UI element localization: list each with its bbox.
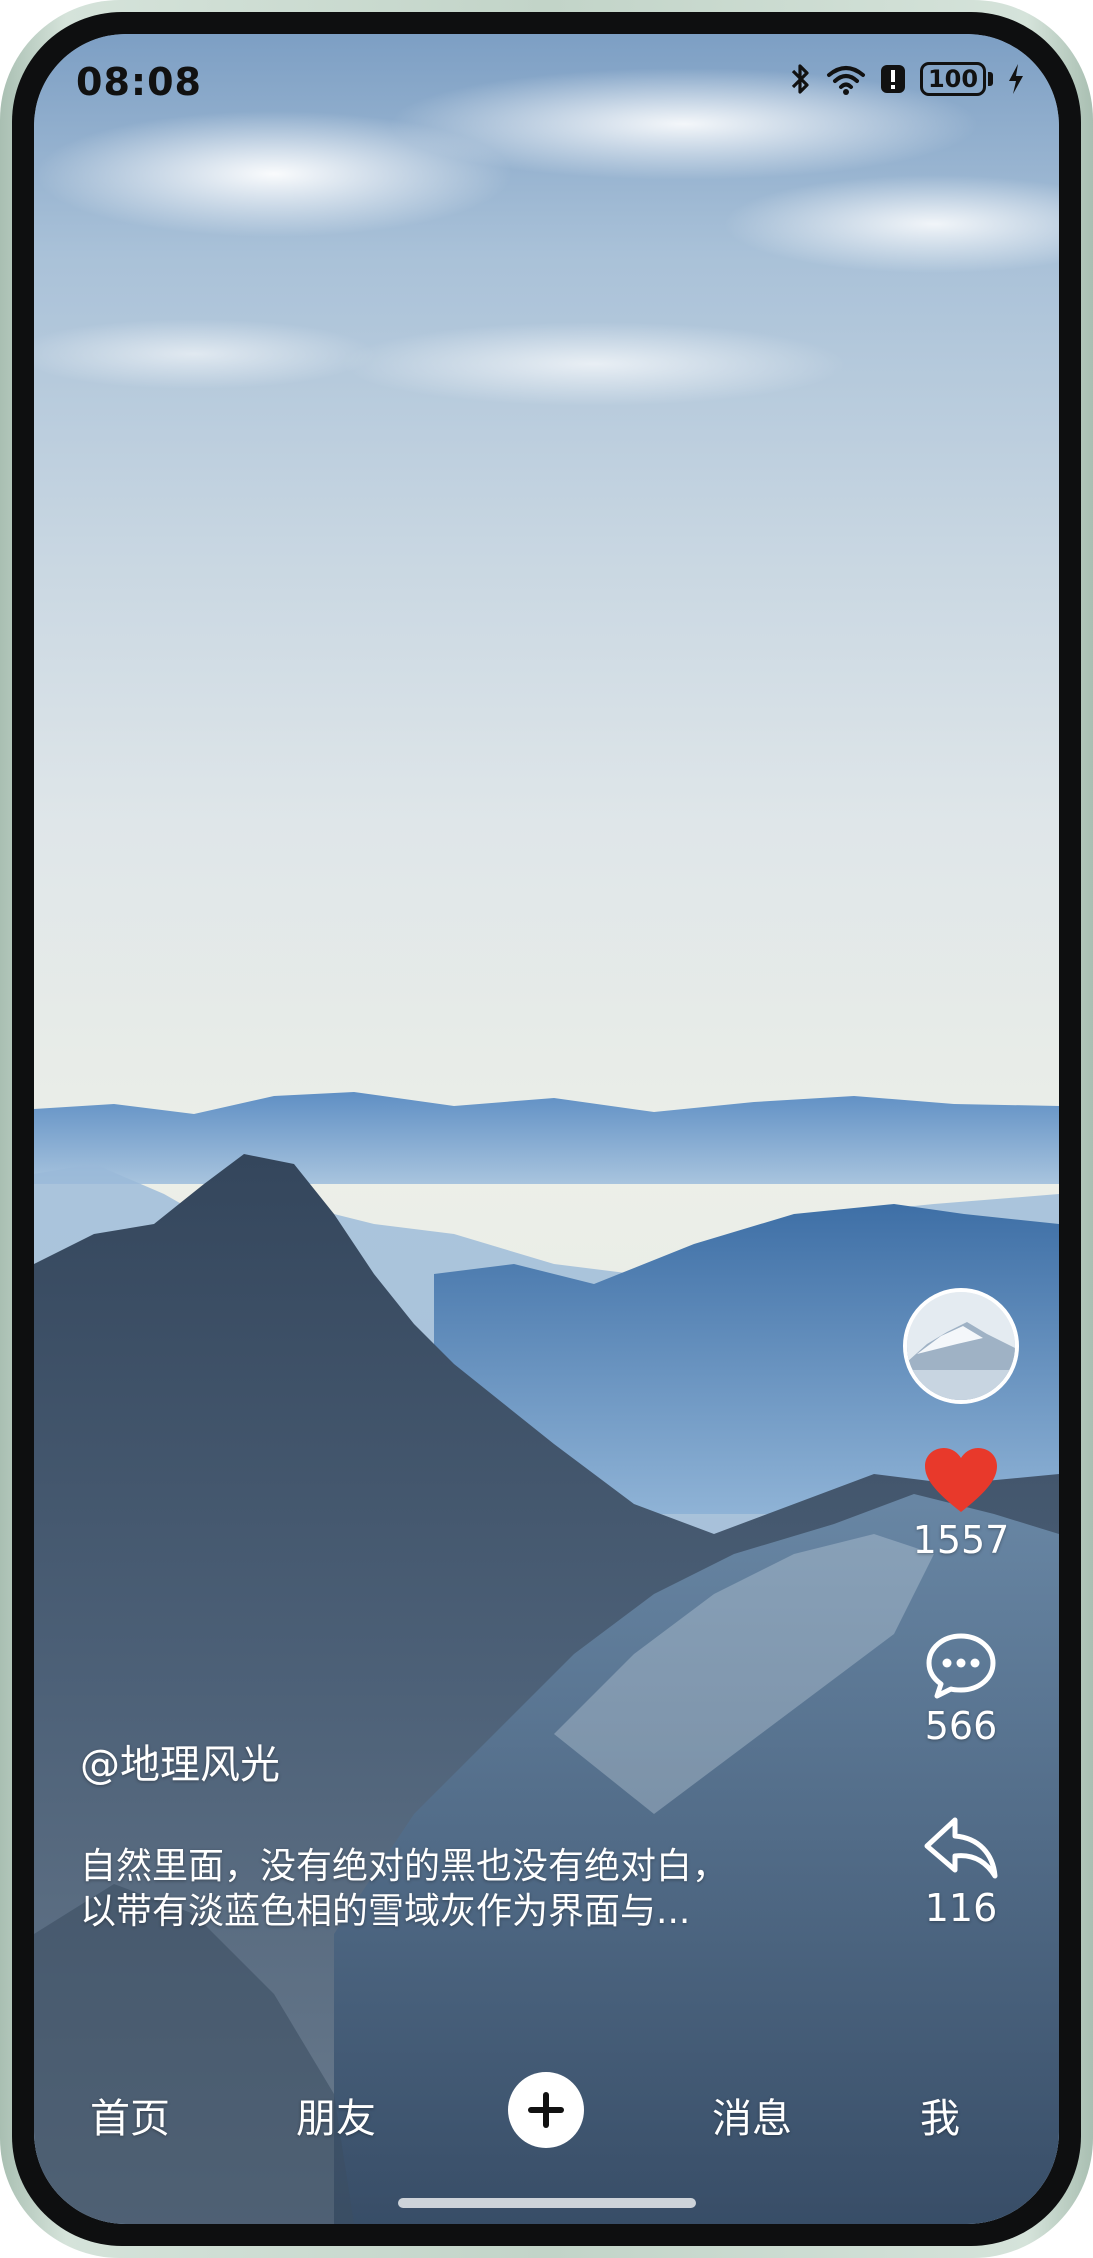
bluetooth-icon [791, 64, 809, 94]
home-indicator[interactable] [398, 2198, 696, 2208]
bottom-nav: 首页 朋友 消息 我 [34, 2072, 1059, 2152]
alert-icon [881, 65, 905, 93]
author-avatar[interactable] [903, 1288, 1019, 1404]
nav-messages[interactable]: 消息 [712, 2086, 792, 2144]
add-button[interactable] [508, 2072, 584, 2148]
video-caption[interactable]: 自然里面，没有绝对的黑也没有绝对白， 以带有淡蓝色相的雪域灰作为界面与... [80, 1844, 840, 1934]
share-button[interactable]: 116 [891, 1814, 1031, 1930]
battery-level: 100 [920, 62, 986, 96]
plus-icon [528, 2092, 564, 2128]
status-time: 08:08 [76, 60, 202, 104]
phone-screen: 08:08 100 1557 566 116 @地理风光 自然里面，没有绝对的黑… [34, 34, 1059, 2224]
charging-icon [1009, 64, 1023, 94]
battery-icon: 100 [920, 62, 993, 96]
like-button[interactable]: 1557 [891, 1446, 1031, 1562]
heart-icon [925, 1448, 997, 1512]
author-name[interactable]: @地理风光 [80, 1732, 280, 1790]
nav-friends[interactable]: 朋友 [296, 2086, 376, 2144]
avatar-image [907, 1292, 1015, 1400]
comment-button[interactable]: 566 [891, 1632, 1031, 1748]
nav-me[interactable]: 我 [920, 2086, 960, 2144]
wifi-icon [827, 66, 865, 95]
battery-tip [988, 72, 993, 86]
comment-icon [926, 1633, 996, 1699]
like-count: 1557 [912, 1518, 1010, 1562]
caption-line-2: 以带有淡蓝色相的雪域灰作为界面与... [80, 1891, 691, 1932]
nav-home[interactable]: 首页 [90, 2086, 170, 2144]
share-count: 116 [924, 1886, 998, 1930]
status-icons: 100 [790, 62, 1025, 96]
comment-count: 566 [924, 1704, 998, 1748]
share-icon [924, 1817, 998, 1879]
caption-line-1: 自然里面，没有绝对的黑也没有绝对白， [80, 1846, 729, 1887]
